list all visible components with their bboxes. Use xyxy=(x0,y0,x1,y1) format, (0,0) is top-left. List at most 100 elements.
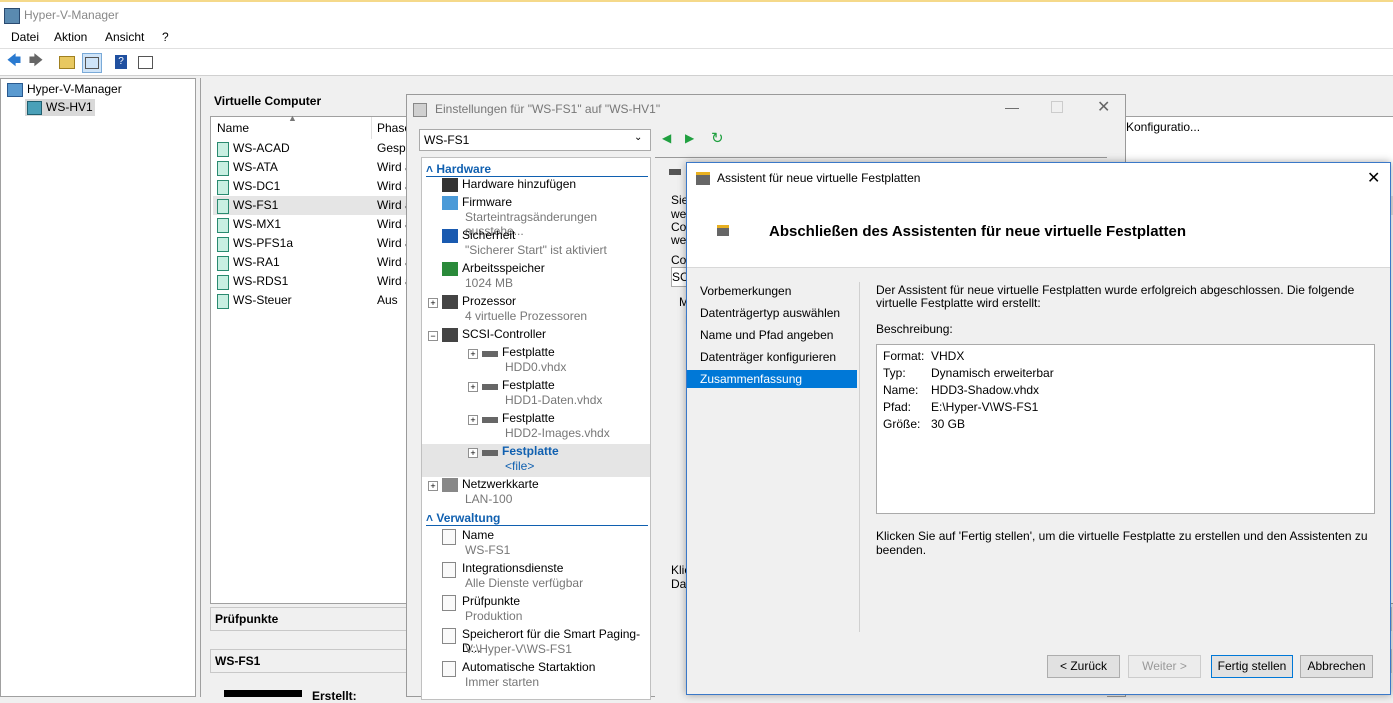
hardware-item[interactable]: SCSI-Controller xyxy=(462,327,546,341)
network-adapter-icon xyxy=(442,478,458,492)
show-hide-tree-icon[interactable] xyxy=(82,53,102,73)
description-key: Größe: xyxy=(883,417,921,431)
vm-select-dropdown[interactable]: WS-FS1 ⌄ xyxy=(419,129,651,151)
scsi-controller-icon xyxy=(442,328,458,342)
wizard-intro-text: Der Assistent für neue virtuelle Festpla… xyxy=(876,283,1355,310)
management-item[interactable]: Integrationsdienste xyxy=(462,561,563,575)
hardware-item[interactable]: Arbeitsspeicher xyxy=(462,261,545,275)
memory-icon xyxy=(442,262,458,276)
vm-phase: Aus xyxy=(377,293,398,307)
shield-icon xyxy=(442,229,458,243)
expand-toggle-icon[interactable]: + xyxy=(468,349,478,359)
vm-icon xyxy=(217,180,229,195)
menu-datei[interactable]: Datei xyxy=(11,30,39,44)
description-box[interactable]: Format: VHDX Typ: Dynamisch erweiterbar Name… xyxy=(876,344,1375,514)
column-divider xyxy=(371,117,372,139)
wizard-step[interactable]: Vorbemerkungen xyxy=(687,282,857,300)
expand-toggle-icon[interactable]: + xyxy=(428,481,438,491)
hardware-item[interactable]: Festplatte xyxy=(502,345,555,359)
management-item-detail: Alle Dienste verfügbar xyxy=(465,576,584,590)
management-section-header[interactable]: ˄ Verwaltung xyxy=(426,511,648,526)
description-key: Format: xyxy=(883,349,925,363)
hardware-item[interactable]: Netzwerkkarte xyxy=(462,477,539,491)
management-item-detail: V:\Hyper-V\WS-FS1 xyxy=(465,642,572,656)
management-item-detail: Immer starten xyxy=(465,675,540,689)
integration-services-icon xyxy=(442,562,456,578)
forward-arrow-icon[interactable]: 🡆 xyxy=(27,52,45,71)
menu-ansicht[interactable]: Ansicht xyxy=(105,30,144,44)
properties-icon[interactable] xyxy=(136,53,154,71)
management-item[interactable]: Name xyxy=(462,528,494,542)
refresh-icon[interactable]: ↻ xyxy=(711,129,724,147)
back-arrow-icon[interactable]: 🡄 xyxy=(5,52,23,71)
hardware-item-detail: 1024 MB xyxy=(465,276,514,290)
frag-2: Co xyxy=(671,220,687,234)
expand-toggle-icon[interactable]: + xyxy=(468,415,478,425)
previous-vm-icon[interactable]: ◀ xyxy=(662,131,671,145)
hardware-item[interactable]: Festplatte xyxy=(502,444,559,458)
disk-wizard-icon xyxy=(717,225,729,236)
management-item[interactable]: Automatische Startaktion xyxy=(462,660,595,674)
vm-name: WS-ATA xyxy=(233,160,278,174)
hardware-item-detail: HDD1-Daten.vhdx xyxy=(505,393,603,407)
server-manager-icon xyxy=(7,83,23,97)
frag-3: we xyxy=(671,233,687,247)
wizard-navigation: Vorbemerkungen Datenträgertyp auswählen Na… xyxy=(687,278,859,608)
vm-icon xyxy=(217,218,229,233)
settings-title-icon xyxy=(413,103,427,117)
settings-minimize-button[interactable]: — xyxy=(1005,99,1019,115)
hardware-section-header[interactable]: ˄ Hardware xyxy=(426,162,648,177)
next-vm-icon[interactable]: ▶ xyxy=(685,131,694,145)
help-icon[interactable]: ? xyxy=(112,53,130,71)
up-folder-icon[interactable] xyxy=(58,53,76,71)
back-button[interactable]: < Zurück xyxy=(1047,655,1120,678)
vm-name: WS-ACAD xyxy=(233,141,290,155)
wizard-body: Vorbemerkungen Datenträgertyp auswählen Na… xyxy=(687,268,1390,694)
cancel-button[interactable]: Abbrechen xyxy=(1300,655,1373,678)
hardware-item[interactable]: Hardware hinzufügen xyxy=(462,177,576,191)
hardware-item[interactable]: Prozessor xyxy=(462,294,516,308)
column-header-config[interactable]: Konfiguratio... xyxy=(1126,120,1200,134)
management-item[interactable]: Prüfpunkte xyxy=(462,594,520,608)
expand-toggle-icon[interactable]: + xyxy=(468,382,478,392)
hardware-item[interactable]: Festplatte xyxy=(502,411,555,425)
hard-disk-icon xyxy=(482,351,498,357)
expand-toggle-icon[interactable]: − xyxy=(428,331,438,341)
finish-button[interactable]: Fertig stellen xyxy=(1211,655,1293,678)
add-hardware-icon xyxy=(442,178,458,192)
hard-disk-icon xyxy=(482,384,498,390)
frag-1: we xyxy=(671,207,687,221)
menu-bar: Datei Aktion Ansicht ? xyxy=(0,28,1393,48)
wizard-close-button[interactable]: ✕ xyxy=(1367,168,1380,188)
description-key: Name: xyxy=(883,383,919,397)
settings-close-button[interactable]: ✕ xyxy=(1097,97,1110,117)
settings-maximize-button[interactable] xyxy=(1051,101,1063,113)
vm-panel-header: Virtuelle Computer xyxy=(214,94,322,108)
wizard-step[interactable]: Zusammenfassung xyxy=(687,370,857,388)
frag-4: Co xyxy=(671,253,687,267)
vm-name: WS-Steuer xyxy=(233,293,292,307)
next-button[interactable]: Weiter > xyxy=(1128,655,1201,678)
settings-right-header-icon xyxy=(669,169,681,175)
tree-host-ws-hv1[interactable]: WS-HV1 xyxy=(25,99,95,116)
column-header-name[interactable]: Name xyxy=(217,121,249,135)
tree-host-label: WS-HV1 xyxy=(46,100,93,114)
hardware-item[interactable]: Firmware xyxy=(462,195,512,209)
tree-root-hyperv-manager[interactable]: Hyper-V-Manager xyxy=(27,82,122,96)
wizard-step[interactable]: Datenträgertyp auswählen xyxy=(687,304,857,322)
checkpoint-icon xyxy=(442,595,456,611)
hardware-item[interactable]: Festplatte xyxy=(502,378,555,392)
expand-toggle-icon[interactable]: + xyxy=(468,448,478,458)
expand-toggle-icon[interactable]: + xyxy=(428,298,438,308)
hardware-section-label: Hardware xyxy=(436,162,492,176)
new-vhd-wizard: Assistent für neue virtuelle Festplatten… xyxy=(686,162,1391,695)
hardware-item-detail: LAN-100 xyxy=(465,492,513,506)
wizard-step[interactable]: Datenträger konfigurieren xyxy=(687,348,857,366)
hardware-item[interactable]: Sicherheit xyxy=(462,228,515,242)
vm-name: WS-RA1 xyxy=(233,255,280,269)
hardware-item-detail: 4 virtuelle Prozessoren xyxy=(465,309,588,323)
vm-name: WS-RDS1 xyxy=(233,274,289,288)
wizard-step[interactable]: Name und Pfad angeben xyxy=(687,326,857,344)
menu-aktion[interactable]: Aktion xyxy=(54,30,87,44)
menu-help[interactable]: ? xyxy=(162,30,169,44)
